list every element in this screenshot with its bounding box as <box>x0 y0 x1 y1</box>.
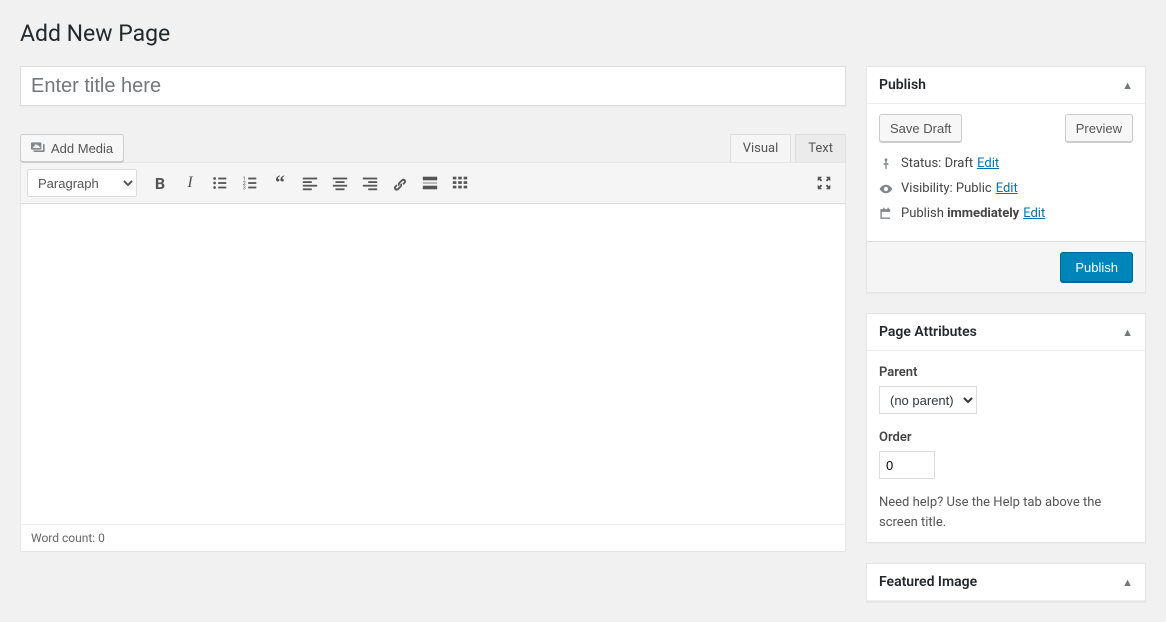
bullet-list-button[interactable] <box>205 168 235 198</box>
svg-text:3: 3 <box>243 185 246 191</box>
schedule-line: Publish immediately Edit <box>879 206 1133 221</box>
read-more-button[interactable] <box>415 168 445 198</box>
add-media-button[interactable]: Add Media <box>20 134 124 162</box>
publish-button[interactable]: Publish <box>1060 252 1133 282</box>
italic-button[interactable]: I <box>175 168 205 198</box>
editor-toolbar: Paragraph B I 123 “ <box>21 163 845 204</box>
page-attributes-box: Page Attributes ▲ Parent (no parent) Ord… <box>866 313 1146 543</box>
page-attributes-header[interactable]: Page Attributes ▲ <box>867 314 1145 351</box>
schedule-value: immediately <box>947 206 1019 221</box>
save-draft-button[interactable]: Save Draft <box>879 114 962 142</box>
schedule-edit-link[interactable]: Edit <box>1023 206 1045 221</box>
tab-text[interactable]: Text <box>795 134 846 162</box>
format-select[interactable]: Paragraph <box>27 169 137 197</box>
publish-box-title: Publish <box>879 77 926 93</box>
collapse-icon: ▲ <box>1122 79 1133 92</box>
visibility-label: Visibility: <box>901 181 953 196</box>
editor-tabs: Visual Text <box>726 134 846 162</box>
tab-visual[interactable]: Visual <box>730 134 792 162</box>
calendar-icon <box>879 207 897 221</box>
pin-icon <box>879 157 897 171</box>
publish-box: Publish ▲ Save Draft Preview Status: Dra… <box>866 66 1146 293</box>
visibility-icon <box>879 182 897 196</box>
word-count: Word count: 0 <box>31 531 105 545</box>
sidebar-column: Publish ▲ Save Draft Preview Status: Dra… <box>866 66 1146 622</box>
order-label: Order <box>879 430 1133 445</box>
schedule-label: Publish <box>901 206 944 221</box>
status-label: Status: <box>901 156 941 171</box>
publish-box-header[interactable]: Publish ▲ <box>867 67 1145 104</box>
align-center-button[interactable] <box>325 168 355 198</box>
collapse-icon: ▲ <box>1122 576 1133 589</box>
visibility-line: Visibility: Public Edit <box>879 181 1133 196</box>
status-edit-link[interactable]: Edit <box>977 156 999 171</box>
main-column: Add Media Visual Text Paragraph B I <box>20 66 846 622</box>
toolbar-toggle-button[interactable] <box>445 168 475 198</box>
status-value: Draft <box>945 156 974 171</box>
collapse-icon: ▲ <box>1122 326 1133 339</box>
link-button[interactable] <box>385 168 415 198</box>
blockquote-button[interactable]: “ <box>265 168 295 198</box>
order-input[interactable] <box>879 451 935 479</box>
fullscreen-button[interactable] <box>809 168 839 198</box>
featured-image-header[interactable]: Featured Image ▲ <box>867 564 1145 601</box>
editor-box: Paragraph B I 123 “ <box>20 162 846 552</box>
preview-button[interactable]: Preview <box>1065 114 1133 142</box>
status-line: Status: Draft Edit <box>879 156 1133 171</box>
editor-statusbar: Word count: 0 <box>21 524 845 551</box>
align-right-button[interactable] <box>355 168 385 198</box>
parent-select[interactable]: (no parent) <box>879 386 977 414</box>
visibility-value: Public <box>956 181 992 196</box>
title-input[interactable] <box>20 66 846 106</box>
visibility-edit-link[interactable]: Edit <box>996 181 1018 196</box>
number-list-button[interactable]: 123 <box>235 168 265 198</box>
parent-label: Parent <box>879 365 1133 380</box>
featured-image-box: Featured Image ▲ <box>866 563 1146 602</box>
page-title: Add New Page <box>20 10 1146 52</box>
editor-canvas[interactable] <box>21 204 845 524</box>
bold-button[interactable]: B <box>145 168 175 198</box>
featured-image-title: Featured Image <box>879 574 977 590</box>
media-icon <box>31 140 47 156</box>
add-media-label: Add Media <box>51 141 113 156</box>
help-text: Need help? Use the Help tab above the sc… <box>879 493 1133 532</box>
page-attributes-title: Page Attributes <box>879 324 977 340</box>
align-left-button[interactable] <box>295 168 325 198</box>
